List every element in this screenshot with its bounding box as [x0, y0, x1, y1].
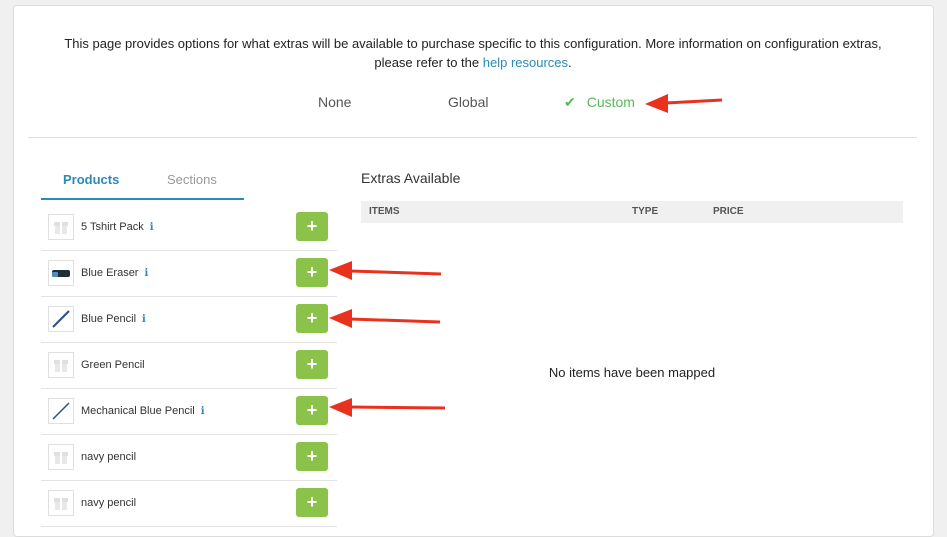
- add-product-button[interactable]: +: [296, 258, 328, 287]
- info-icon[interactable]: i: [142, 314, 146, 325]
- pencil-thumbnail-icon: [48, 398, 74, 424]
- tab-products[interactable]: Products: [63, 172, 119, 187]
- tab-sections[interactable]: Sections: [167, 172, 217, 187]
- add-product-button[interactable]: +: [296, 396, 328, 425]
- gift-placeholder-icon: [48, 444, 74, 470]
- check-icon: ✔: [564, 94, 576, 110]
- info-icon[interactable]: i: [201, 406, 205, 417]
- gift-placeholder-icon: [48, 214, 74, 240]
- list-item: Green Pencil +: [41, 343, 337, 389]
- divider: [28, 137, 917, 138]
- add-product-button[interactable]: +: [296, 488, 328, 517]
- pencil-thumbnail-icon: [48, 306, 74, 332]
- add-product-button[interactable]: +: [296, 212, 328, 241]
- list-item: 5 Tshirt Pack i +: [41, 205, 337, 251]
- product-name: Mechanical Blue Pencil i: [81, 405, 205, 417]
- list-item: navy pencil +: [41, 435, 337, 481]
- empty-state-message: No items have been mapped: [548, 365, 716, 380]
- mode-none-option[interactable]: None: [318, 94, 351, 110]
- column-price[interactable]: PRICE: [713, 206, 744, 217]
- intro-line-1: This page provides options for what extr…: [64, 36, 882, 51]
- column-items[interactable]: ITEMS: [369, 206, 400, 217]
- extras-mode-selector: None Global ✔ Custom: [0, 94, 947, 114]
- add-product-button[interactable]: +: [296, 350, 328, 379]
- gift-placeholder-icon: [48, 352, 74, 378]
- info-icon[interactable]: i: [144, 268, 148, 279]
- product-list: 5 Tshirt Pack i + Blue Eraser i + Blue Pen…: [41, 205, 337, 527]
- add-product-button[interactable]: +: [296, 442, 328, 471]
- list-item: navy pencil +: [41, 481, 337, 527]
- intro-period: .: [568, 55, 572, 70]
- active-tab-indicator: [41, 198, 244, 200]
- mode-custom-label: Custom: [586, 94, 635, 110]
- extras-table-header: ITEMS TYPE PRICE: [361, 201, 903, 223]
- add-product-button[interactable]: +: [296, 304, 328, 333]
- extras-available-title: Extras Available: [361, 170, 461, 186]
- eraser-thumbnail-icon: [48, 260, 74, 286]
- mode-global-option[interactable]: Global: [448, 94, 488, 110]
- info-icon[interactable]: i: [150, 222, 154, 233]
- help-resources-link[interactable]: help resources: [483, 55, 568, 70]
- list-item: Mechanical Blue Pencil i +: [41, 389, 337, 435]
- intro-line-2: please refer to the: [374, 55, 483, 70]
- column-type[interactable]: TYPE: [632, 206, 658, 217]
- gift-placeholder-icon: [48, 490, 74, 516]
- product-tabs: Products Sections: [41, 170, 244, 200]
- product-name: Blue Eraser i: [81, 267, 149, 279]
- product-name: navy pencil: [81, 451, 137, 463]
- mode-custom-option[interactable]: ✔ Custom: [564, 94, 635, 111]
- intro-text: This page provides options for what extr…: [0, 34, 946, 72]
- list-item: Blue Eraser i +: [41, 251, 337, 297]
- product-name: Green Pencil: [81, 359, 145, 371]
- product-name: Blue Pencil i: [81, 313, 146, 325]
- product-name: navy pencil: [81, 497, 137, 509]
- product-name: 5 Tshirt Pack i: [81, 221, 154, 233]
- list-item: Blue Pencil i +: [41, 297, 337, 343]
